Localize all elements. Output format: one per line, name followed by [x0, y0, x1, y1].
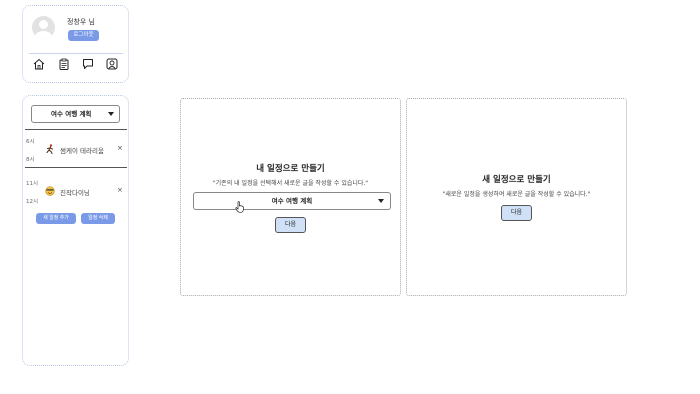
card-description: "기존의 내 일정을 선택해서 새로운 글을 작성할 수 있습니다."	[212, 180, 369, 187]
delete-item-icon[interactable]: ×	[117, 186, 123, 194]
existing-plan-select[interactable]: 여수 여행 계획	[193, 192, 391, 210]
profile-card: 정창우 님 로그아웃	[22, 5, 129, 83]
card-description: "새로운 일정을 생성하여 새로운 글을 작성할 수 있습니다."	[442, 191, 591, 198]
next-button-new[interactable]: 다음	[501, 205, 532, 221]
next-button-existing[interactable]: 다음	[275, 217, 306, 233]
smile-face-icon	[45, 186, 55, 196]
time-end: 12시	[26, 199, 39, 205]
chevron-down-icon	[108, 112, 114, 116]
chat-icon[interactable]	[82, 58, 94, 70]
schedule-item-label: 썸케이 테라리움	[60, 147, 104, 155]
divider	[29, 53, 123, 54]
running-person-icon	[46, 144, 54, 154]
existing-plan-card: 내 일정으로 만들기 "기존의 내 일정을 선택해서 새로운 글을 작성할 수 …	[180, 98, 401, 296]
delete-schedule-button[interactable]: 일정 삭제	[81, 213, 115, 224]
clipboard-icon[interactable]	[58, 58, 70, 70]
plan-select[interactable]: 여수 여행 계획	[31, 105, 120, 123]
existing-plan-select-value: 여수 여행 계획	[271, 197, 313, 205]
home-icon[interactable]	[33, 58, 45, 70]
time-start: 6시	[26, 139, 35, 145]
schedule-panel: 여수 여행 계획 6시 썸케이 테라리움 × 8시 11시 진작다이닝 × 12…	[22, 95, 129, 366]
time-end: 8시	[26, 157, 35, 163]
chevron-down-icon	[378, 199, 384, 203]
card-title: 새 일정으로 만들기	[482, 175, 551, 185]
hand-cursor-icon	[235, 201, 244, 213]
divider	[25, 167, 127, 168]
new-plan-card: 새 일정으로 만들기 "새로운 일정을 생성하여 새로운 글을 작성할 수 있습…	[406, 98, 627, 296]
plan-select-value: 여수 여행 계획	[51, 110, 92, 118]
card-title: 내 일정으로 만들기	[256, 164, 325, 174]
username: 정창우 님	[67, 18, 95, 26]
schedule-item-label: 진작다이닝	[60, 189, 90, 197]
logout-button[interactable]: 로그아웃	[68, 30, 99, 41]
avatar	[32, 16, 55, 39]
divider	[25, 129, 127, 130]
add-schedule-button[interactable]: 새 일정 추가	[36, 213, 76, 224]
delete-item-icon[interactable]: ×	[117, 144, 123, 152]
time-start: 11시	[26, 181, 39, 187]
user-icon[interactable]	[106, 58, 118, 70]
